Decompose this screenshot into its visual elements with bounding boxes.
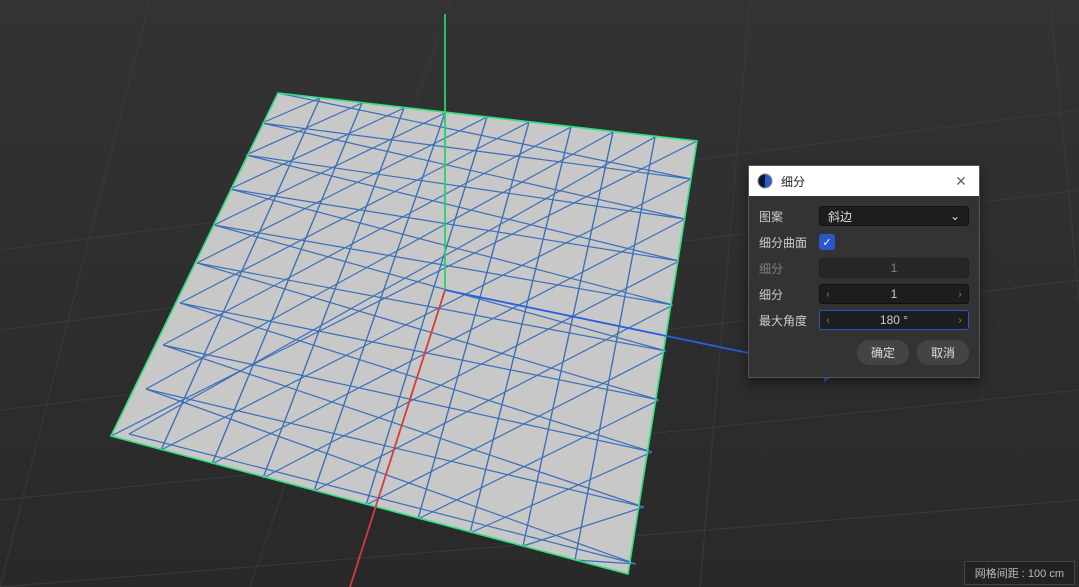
dialog-titlebar[interactable]: 细分 ✕ — [749, 166, 979, 196]
grid-spacing-label: 网格间距 : — [975, 568, 1028, 580]
subd2-label: 细分 — [759, 286, 819, 303]
subd-surface-checkbox[interactable]: ✓ — [819, 234, 835, 250]
subdivide-dialog: 细分 ✕ 图案 斜边 ⌄ 细分曲面 ✓ 细分 1 — [748, 165, 980, 378]
subd2-spinner[interactable]: ‹ 1 › — [819, 284, 969, 304]
max-angle-label: 最大角度 — [759, 312, 819, 329]
close-icon[interactable]: ✕ — [951, 173, 971, 190]
chevron-left-icon[interactable]: ‹ — [820, 315, 836, 326]
chevron-right-icon[interactable]: › — [952, 289, 968, 300]
max-angle-spinner[interactable]: ‹ 180 ° › — [819, 310, 969, 330]
pattern-value: 斜边 — [828, 208, 852, 225]
chevron-down-icon: ⌄ — [950, 209, 960, 223]
cancel-button[interactable]: 取消 — [917, 340, 969, 365]
ok-button[interactable]: 确定 — [857, 340, 909, 365]
pattern-select[interactable]: 斜边 ⌄ — [819, 206, 969, 226]
subd1-spinner: 1 — [819, 258, 969, 278]
app-icon — [757, 173, 773, 189]
subd1-value: 1 — [836, 261, 952, 275]
pattern-label: 图案 — [759, 208, 819, 225]
plane-object[interactable] — [111, 93, 697, 574]
max-angle-value[interactable]: 180 ° — [836, 313, 952, 327]
statusbar: 网格间距 : 100 cm — [964, 561, 1075, 585]
subd1-label: 细分 — [759, 260, 819, 277]
dialog-title: 细分 — [781, 173, 951, 190]
subd-surface-label: 细分曲面 — [759, 234, 819, 251]
subd2-value[interactable]: 1 — [836, 287, 952, 301]
grid-spacing-value: 100 cm — [1028, 568, 1064, 580]
chevron-right-icon[interactable]: › — [952, 315, 968, 326]
chevron-left-icon[interactable]: ‹ — [820, 289, 836, 300]
